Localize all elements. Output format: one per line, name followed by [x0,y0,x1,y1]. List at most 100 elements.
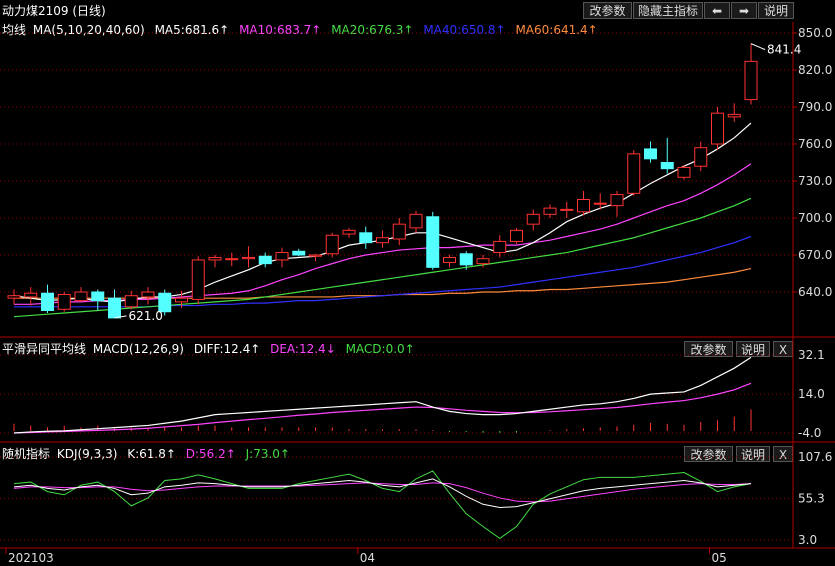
candle-body-up [577,199,590,213]
candle-body-up [309,254,322,257]
macd-params-button[interactable]: 改参数 [684,341,733,357]
ma10-value: MA10:683.7↑ [239,23,322,37]
diff-value: DIFF:12.4↑ [193,342,261,356]
ma20-value: MA20:676.3↑ [331,23,414,37]
title-bar: 动力煤2109 (日线) 改参数 隐藏主指标 ⬅ ➡ 说明 [0,0,835,21]
next-arrow-icon[interactable]: ➡ [731,2,757,19]
d-value: D:56.2↑ [185,447,236,461]
candle-body-up [476,258,490,265]
price-tick-label: 760.0 [798,137,832,151]
macd-tick-label: -4.0 [798,426,821,440]
date-label: 04 [360,551,375,565]
chart-area[interactable]: 850.0 820.0 790.0 760.0 730.0 700.0 670.0 640.0… [0,0,835,566]
ma5-line [13,122,752,303]
candle-body-up [711,112,724,145]
d-line [13,482,752,503]
low-label: 621.0 [129,309,163,323]
macd-close-icon[interactable]: X [773,341,793,357]
price-tick-label: 730.0 [798,174,832,188]
candle-body-up [24,292,38,298]
ma5-value: MA5:681.6↑ [154,23,230,37]
ma-label: 均线 [2,23,27,37]
price-tick-label: 700.0 [798,211,832,225]
k-line [13,478,752,508]
prev-arrow-icon[interactable]: ⬅ [704,2,730,19]
candle-body-down [644,148,657,160]
candle-body-down [660,162,674,170]
macd-def: MACD(12,26,9) [92,342,184,356]
hide-main-indicator-button[interactable]: 隐藏主指标 [633,2,703,19]
price-tick-label: 670.0 [798,248,832,262]
candle-body-up [242,256,255,260]
candle-body-up [493,240,507,254]
candle-body-up [727,113,741,118]
dea-value: DEA:12.4↓ [270,342,336,356]
ma10-line [14,163,752,305]
ma20-line [13,197,752,318]
high-label: 841.4 [767,43,801,57]
ma60-line [14,267,752,299]
candle-body-up [409,213,423,229]
candle-body-up [225,258,239,261]
candle-body-up [610,194,624,207]
kdj-legend: 随机指标 KDJ(9,3,3) K:61.8↑ D:56.2↑ J:73.0↑ [2,445,296,462]
date-label: 05 [712,551,727,565]
kdj-params-button[interactable]: 改参数 [684,446,733,462]
candle-body-up [392,223,406,240]
candle-body-up [74,291,88,302]
candle-body-down [91,291,105,302]
kdj-tick-label: 107.6 [798,450,832,464]
candle-body-up [376,237,389,244]
date-label: 202103 [8,551,54,565]
ma60-value: MA60:641.4↑ [515,23,598,37]
candle-body-up [124,295,138,308]
candle-body-down [459,253,473,266]
kdj-tick-label: 3.0 [798,533,817,547]
candle-body-down [158,292,172,313]
candle-body-down [41,292,54,312]
ma40-line [14,235,752,308]
kdj-tick-label: 55.3 [798,492,825,506]
candle-body-up [627,153,641,194]
help-button[interactable]: 说明 [758,2,794,19]
candle-body-up [593,202,607,205]
macd-value: MACD:0.0↑ [345,342,415,356]
candle-body-up [141,291,155,298]
candle-body-up [57,293,71,310]
macd-tick-label: 14.0 [798,387,825,401]
candle-body-up [560,208,574,211]
candle-body-down [359,232,373,244]
candle-body-up [175,297,188,303]
diff-line [13,356,752,434]
ma-def: MA(5,10,20,40,60) [32,23,145,37]
j-line [13,470,752,540]
candle-body-up [526,213,540,225]
macd-label: 平滑异同平均线 [2,342,87,356]
j-value: J:73.0↑ [245,447,290,461]
candle-body-up [325,234,339,255]
price-tick-label: 820.0 [798,63,832,77]
candle-body-up [443,256,456,263]
k-value: K:61.8↑ [127,447,176,461]
macd-help-button[interactable]: 说明 [736,341,770,357]
candle-body-up [342,229,356,235]
candle-body-down [258,255,272,265]
candle-body-up [510,229,523,242]
price-tick-label: 790.0 [798,100,832,114]
candle-body-up [744,60,758,101]
candle-body-down [426,216,440,268]
ma40-value: MA40:650.8↑ [423,23,506,37]
candle-body-down [108,297,121,319]
candle-body-up [677,166,691,178]
macd-legend: 平滑异同平均线 MACD(12,26,9) DIFF:12.4↑ DEA:12.… [2,340,421,357]
candle-body-up [543,207,557,215]
candle-body-up [275,252,289,261]
candle-body-up [7,295,21,299]
kdj-close-icon[interactable]: X [773,446,793,462]
change-params-button[interactable]: 改参数 [583,2,632,19]
kdj-help-button[interactable]: 说明 [736,446,770,462]
high-pointer [750,43,766,51]
kdj-def: KDJ(9,3,3) [56,447,118,461]
instrument-title: 动力煤2109 (日线) [2,4,106,18]
candle-body-down [292,250,306,256]
